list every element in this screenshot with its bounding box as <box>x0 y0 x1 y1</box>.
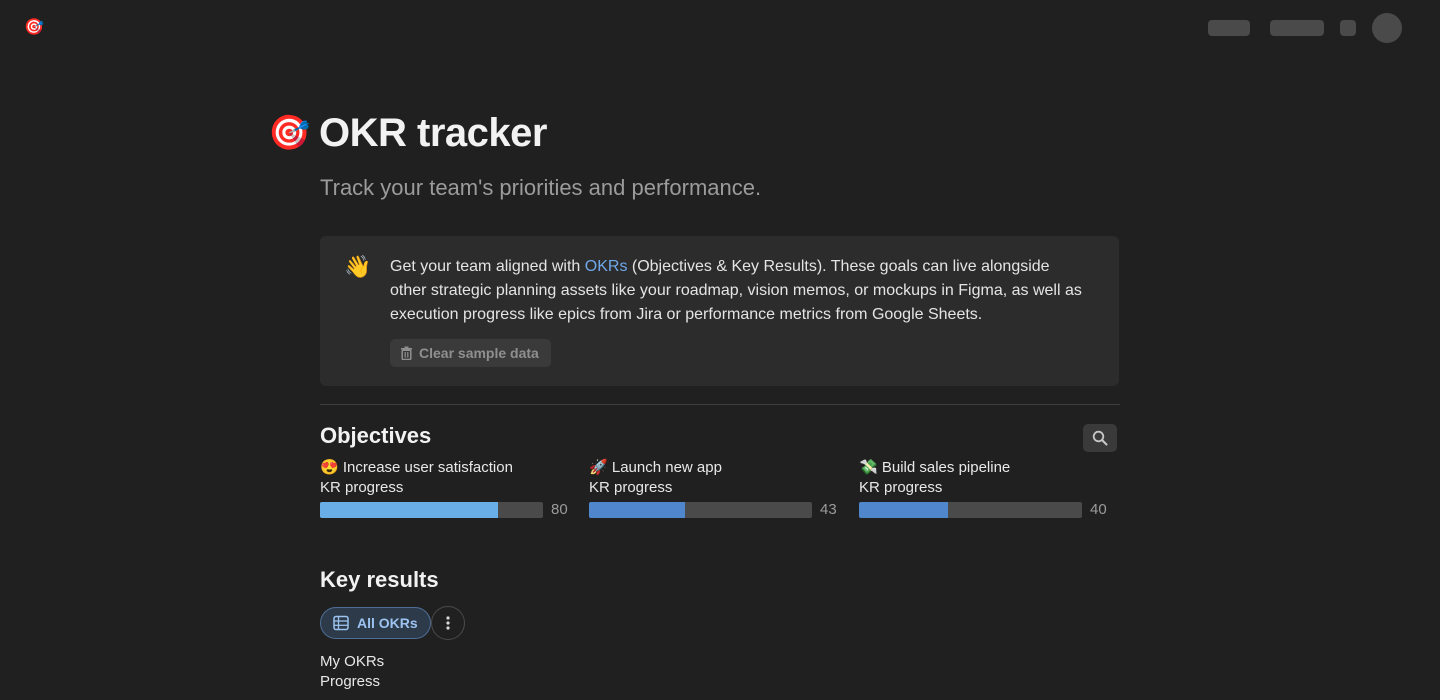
page-title: OKR tracker <box>319 111 547 155</box>
progress-bar <box>589 501 812 518</box>
more-vertical-icon <box>446 616 450 630</box>
trash-icon <box>401 346 412 360</box>
progress-value: 43 <box>820 501 837 518</box>
tab-all-okrs-label: All OKRs <box>357 615 418 631</box>
progress-bar-fill <box>859 501 949 518</box>
divider <box>320 404 1120 405</box>
my-okrs-label[interactable]: My OKRs <box>320 652 384 672</box>
objective-card[interactable]: 🚀 Launch new app KR progress 43 <box>589 458 849 518</box>
objective-title[interactable]: 😍 Increase user satisfaction <box>320 458 580 478</box>
objective-card[interactable]: 😍 Increase user satisfaction KR progress… <box>320 458 580 518</box>
search-button[interactable] <box>1083 424 1117 452</box>
page-subtitle: Track your team's priorities and perform… <box>320 175 762 200</box>
more-button[interactable] <box>1340 20 1356 36</box>
intro-callout: 👋 Get your team aligned with OKRs (Objec… <box>320 236 1119 386</box>
progress-bar-fill <box>320 501 499 518</box>
top-bar: 🎯 <box>0 0 1440 56</box>
search-icon <box>1092 430 1108 446</box>
objective-emoji: 🚀 <box>589 459 608 476</box>
okrs-link[interactable]: OKRs <box>585 258 628 275</box>
progress-value: 40 <box>1090 501 1107 518</box>
progress-label: Progress <box>320 673 381 690</box>
table-icon <box>333 615 349 631</box>
progress-bar-fill <box>589 501 685 518</box>
callout-text: Get your team aligned with OKRs (Objecti… <box>390 255 1090 327</box>
objective-title[interactable]: 💸 Build sales pipeline <box>859 458 1119 478</box>
key-results-heading: Key results <box>320 567 439 592</box>
callout-text-before: Get your team aligned with <box>390 258 585 275</box>
objective-card[interactable]: 💸 Build sales pipeline KR progress 40 <box>859 458 1119 518</box>
objective-emoji: 💸 <box>859 459 878 476</box>
progress-bar <box>320 501 543 518</box>
target-icon[interactable]: 🎯 <box>24 18 44 38</box>
objective-title-text: Build sales pipeline <box>881 459 1011 476</box>
progress-bar <box>859 501 1082 518</box>
objective-title-text: Launch new app <box>611 459 722 476</box>
edit-button[interactable] <box>1270 20 1324 36</box>
kr-progress-label: KR progress <box>589 479 673 496</box>
view-options-button[interactable] <box>431 606 465 640</box>
page-icon[interactable]: 🎯 <box>268 113 310 153</box>
clear-sample-data-label: Clear sample data <box>419 345 539 361</box>
objective-emoji: 😍 <box>320 459 339 476</box>
kr-progress-label: KR progress <box>320 479 404 496</box>
progress-value: 80 <box>551 501 568 518</box>
avatar[interactable] <box>1372 13 1402 43</box>
wave-icon: 👋 <box>344 254 372 279</box>
tab-all-okrs[interactable]: All OKRs <box>320 607 431 639</box>
objectives-heading: Objectives <box>320 423 432 448</box>
objective-title-text: Increase user satisfaction <box>342 459 513 476</box>
kr-progress-label: KR progress <box>859 479 943 496</box>
share-button[interactable] <box>1208 20 1250 36</box>
objective-title[interactable]: 🚀 Launch new app <box>589 458 849 478</box>
clear-sample-data-button[interactable]: Clear sample data <box>390 339 551 367</box>
